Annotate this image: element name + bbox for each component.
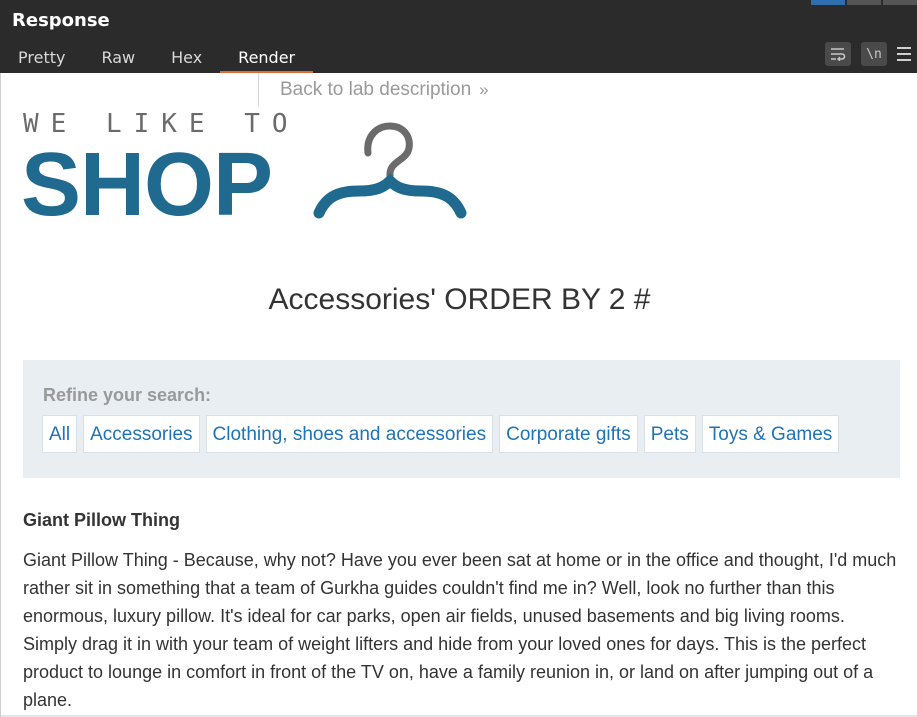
double-chevron-right-icon: » — [479, 80, 489, 99]
word-wrap-icon[interactable] — [825, 42, 851, 66]
back-link-label: Back to lab description — [280, 79, 472, 100]
filter-toys-games[interactable]: Toys & Games — [701, 415, 840, 453]
tab-pretty[interactable]: Pretty — [0, 44, 83, 73]
logo-brand: SHOP — [21, 135, 273, 235]
response-panel-header: Response Pretty Raw Hex Render \n — [0, 0, 917, 73]
hamburger-menu-icon[interactable] — [897, 45, 911, 63]
word-wrap-icon-glyph — [831, 48, 846, 61]
layout-toggle[interactable] — [883, 0, 917, 5]
rendered-page: Back to lab description» WE LIKE TO SHOP… — [0, 73, 917, 717]
tab-raw[interactable]: Raw — [83, 44, 153, 73]
filter-all[interactable]: All — [42, 415, 78, 453]
page-title: Accessories' ORDER BY 2 # — [268, 283, 651, 316]
window-controls — [811, 0, 917, 5]
refine-search-panel: Refine your search: All Accessories Clot… — [23, 360, 900, 478]
layout-toggle-active[interactable] — [811, 0, 845, 5]
response-toolbar: \n — [825, 42, 917, 66]
layout-toggle[interactable] — [847, 0, 881, 5]
newline-toggle-button[interactable]: \n — [861, 42, 887, 66]
product-description: Giant Pillow Thing - Because, why not? H… — [23, 550, 897, 710]
tab-render[interactable]: Render — [220, 44, 314, 73]
view-tabs: Pretty Raw Hex Render — [0, 44, 314, 73]
filter-clothing[interactable]: Clothing, shoes and accessories — [205, 415, 494, 453]
filter-corporate-gifts[interactable]: Corporate gifts — [499, 415, 638, 453]
product-name: Giant Pillow Thing — [23, 510, 180, 530]
category-filters: All Accessories Clothing, shoes and acce… — [42, 415, 840, 453]
filter-accessories[interactable]: Accessories — [83, 415, 200, 453]
tab-hex[interactable]: Hex — [153, 44, 220, 73]
refine-search-label: Refine your search: — [43, 385, 212, 405]
hanger-icon — [313, 122, 467, 219]
panel-title: Response — [12, 10, 110, 31]
back-to-lab-link[interactable]: Back to lab description » — [258, 73, 489, 107]
filter-pets[interactable]: Pets — [643, 415, 696, 453]
